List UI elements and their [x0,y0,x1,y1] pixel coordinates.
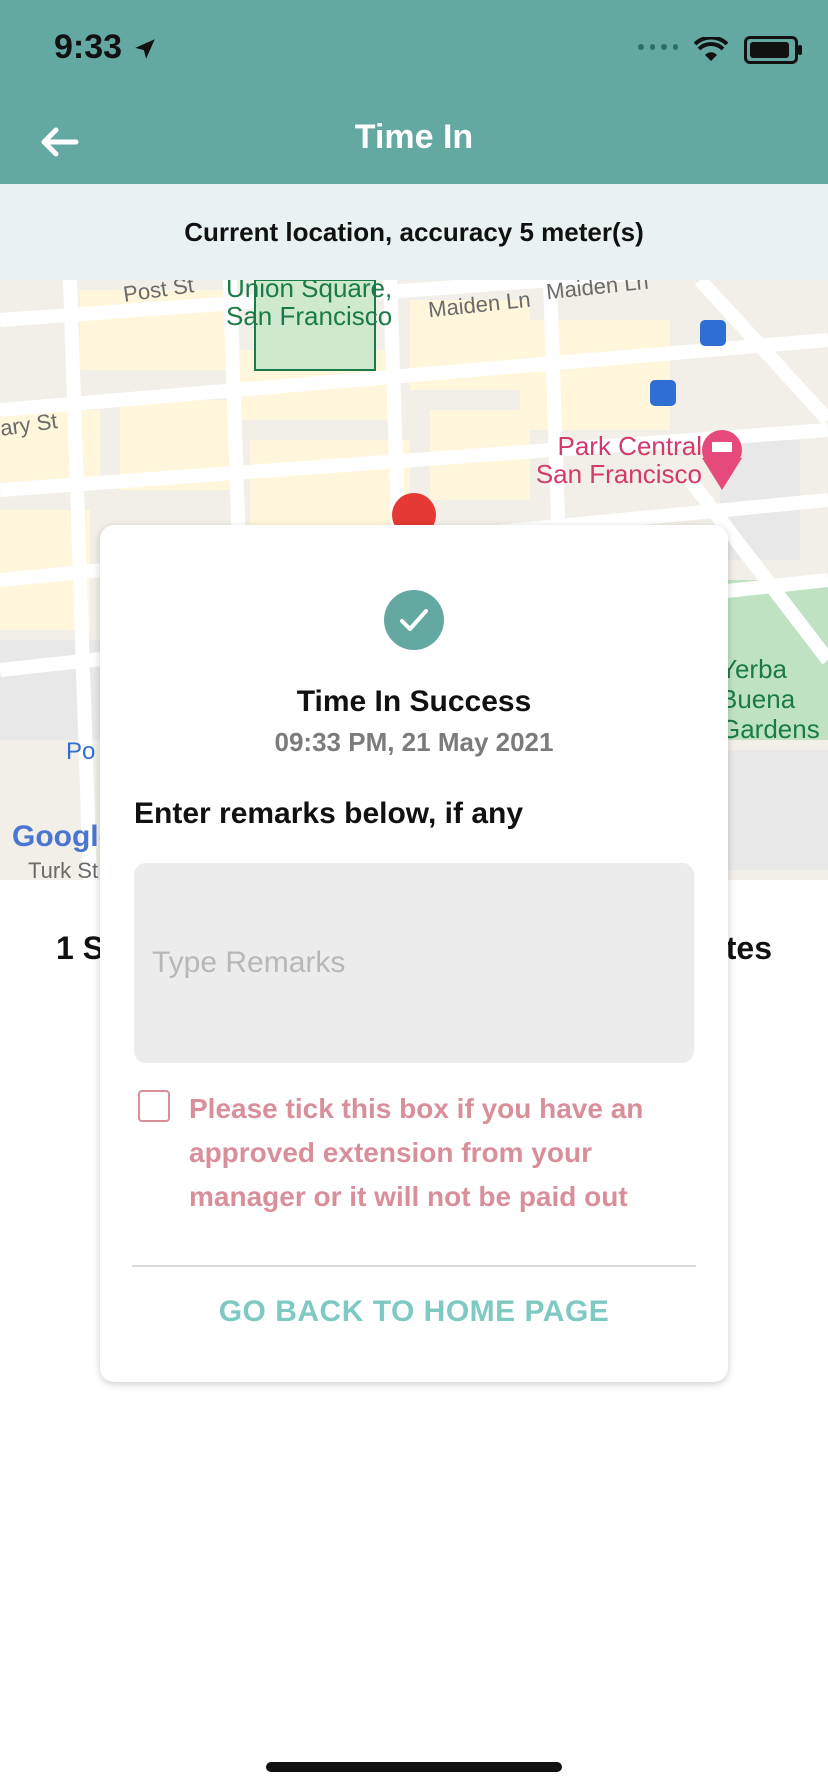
checkmark-icon [400,609,428,631]
location-accuracy-bar: Current location, accuracy 5 meter(s) [0,184,828,280]
summary-text-left: 1 S [56,930,105,966]
success-datetime: 09:33 PM, 21 May 2021 [274,727,554,757]
success-check-icon [384,590,444,650]
time-in-success-modal: Time In Success 09:33 PM, 21 May 2021 En… [100,525,728,1382]
map-label-po: Po [66,738,96,765]
map-label-yerba-buena: Yerba Buena Gardens [720,654,820,744]
top-app-bar: 9:33 Time In [0,0,828,184]
home-indicator [266,1762,562,1772]
status-time: 9:33 [54,28,123,66]
location-accuracy-text: Current location, accuracy 5 meter(s) [184,216,644,247]
extension-approval-checkbox[interactable] [138,1090,170,1122]
location-arrow-icon [135,39,155,59]
wifi-icon [694,37,728,61]
success-title: Time In Success [296,685,532,718]
summary-text-right: tes [725,930,772,966]
signal-icon [638,44,678,56]
battery-icon [744,36,802,64]
map-label-park-central: Park Central San Francisco [535,431,702,489]
page-title: Time In [354,118,474,156]
modal-divider [132,1265,696,1267]
go-back-home-button[interactable]: GO BACK TO HOME PAGE [100,1295,728,1329]
remarks-input[interactable] [134,863,694,1063]
status-icons [638,36,802,64]
remarks-label: Enter remarks below, if any [134,797,524,830]
extension-approval-text: Please tick this box if you have an appr… [189,1093,644,1212]
navigation-bar: Time In [0,100,828,184]
map-label-union-square: Union Square, San Francisco [226,280,393,331]
map-label-turk-st: Turk St [28,858,99,880]
